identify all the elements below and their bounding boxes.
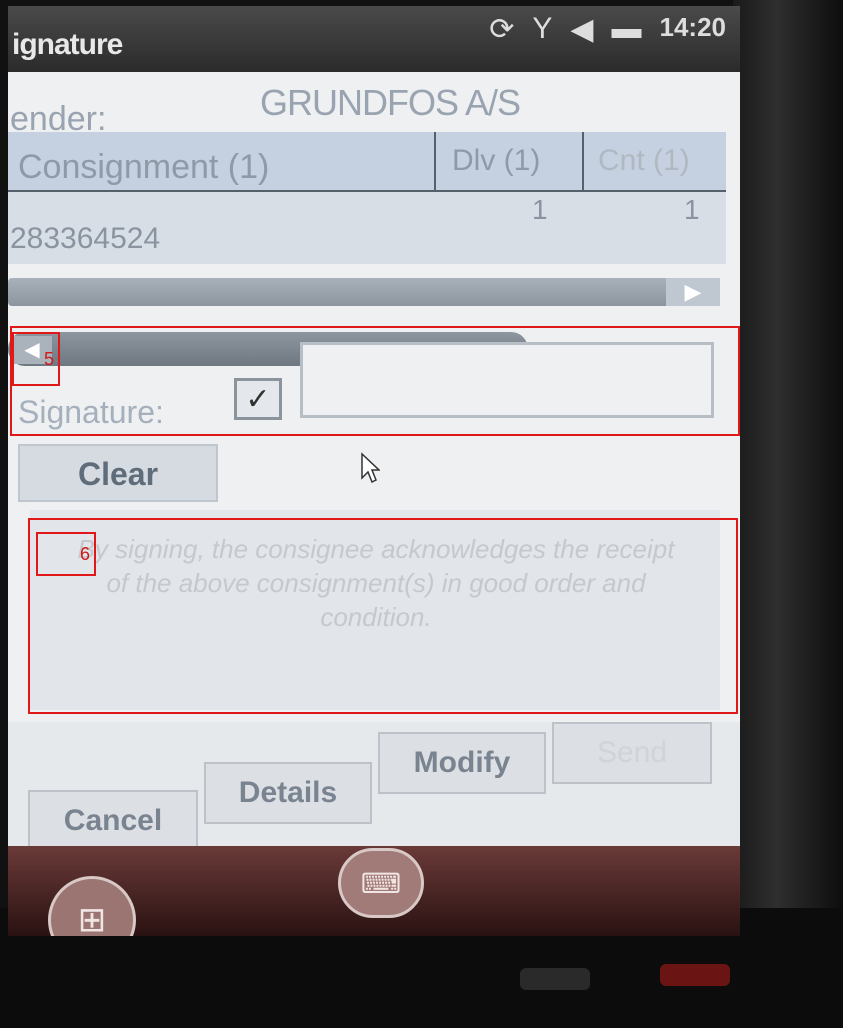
annotation-label-6: 6 [36, 532, 96, 576]
annotation-label-5: 5 [12, 332, 60, 386]
cell-dlv: 1 [532, 194, 548, 225]
send-button[interactable]: Send [552, 722, 712, 784]
device-bezel [733, 0, 843, 1028]
device-frame: ignature ⟳ Y ◀ ▬ 14:20 ender: GRUNDFOS A… [0, 0, 843, 1028]
action-bar: Cancel Details Modify Send [8, 722, 740, 862]
battery-icon: ▬ [611, 12, 642, 45]
column-header-cnt[interactable]: Cnt (1) [584, 132, 726, 190]
mouse-cursor-icon [361, 452, 380, 484]
cell-consignment: 283364524 [10, 222, 161, 255]
sender-value: GRUNDFOS A/S [260, 82, 521, 123]
clear-button[interactable]: Clear [18, 444, 218, 502]
volume-icon[interactable]: ◀ [570, 12, 593, 47]
disclaimer-text: By signing, the consignee acknowledges t… [77, 534, 675, 632]
signature-checkbox[interactable]: ✓ [234, 378, 282, 420]
keyboard-icon[interactable]: ⌨ [338, 848, 424, 918]
column-header-dlv[interactable]: Dlv (1) [436, 132, 584, 190]
end-call-key[interactable] [660, 964, 730, 986]
status-icons: ⟳ Y ◀ ▬ 14:20 [489, 12, 726, 47]
signature-field[interactable] [300, 342, 714, 418]
signal-icon: Y [532, 12, 553, 45]
column-header-consignment[interactable]: Consignment (1) [8, 132, 436, 190]
scroll-right-icon[interactable]: ▶ [666, 278, 720, 306]
grid-horizontal-scrollbar[interactable]: ▶ [8, 278, 720, 306]
sync-icon: ⟳ [489, 13, 515, 46]
os-nav-bar: ⊞ ⌨ [8, 846, 740, 936]
signature-label: Signature: [18, 394, 164, 430]
details-button[interactable]: Details [204, 762, 372, 824]
clock[interactable]: 14:20 [660, 12, 727, 47]
title-bar: ignature ⟳ Y ◀ ▬ 14:20 [8, 6, 740, 72]
table-row[interactable]: 283364524 1 1 [8, 192, 726, 264]
cancel-button[interactable]: Cancel [28, 790, 198, 852]
modify-button[interactable]: Modify [378, 732, 546, 794]
grid-header: Consignment (1) Dlv (1) Cnt (1) [8, 132, 726, 192]
cell-cnt: 1 [684, 194, 700, 225]
window-title: ignature [12, 28, 123, 61]
windows-start-icon[interactable]: ⊞ [48, 876, 136, 936]
disclaimer-area: By signing, the consignee acknowledges t… [30, 510, 720, 710]
hw-key[interactable] [520, 968, 590, 990]
consignment-grid: Consignment (1) Dlv (1) Cnt (1) 28336452… [8, 132, 726, 264]
